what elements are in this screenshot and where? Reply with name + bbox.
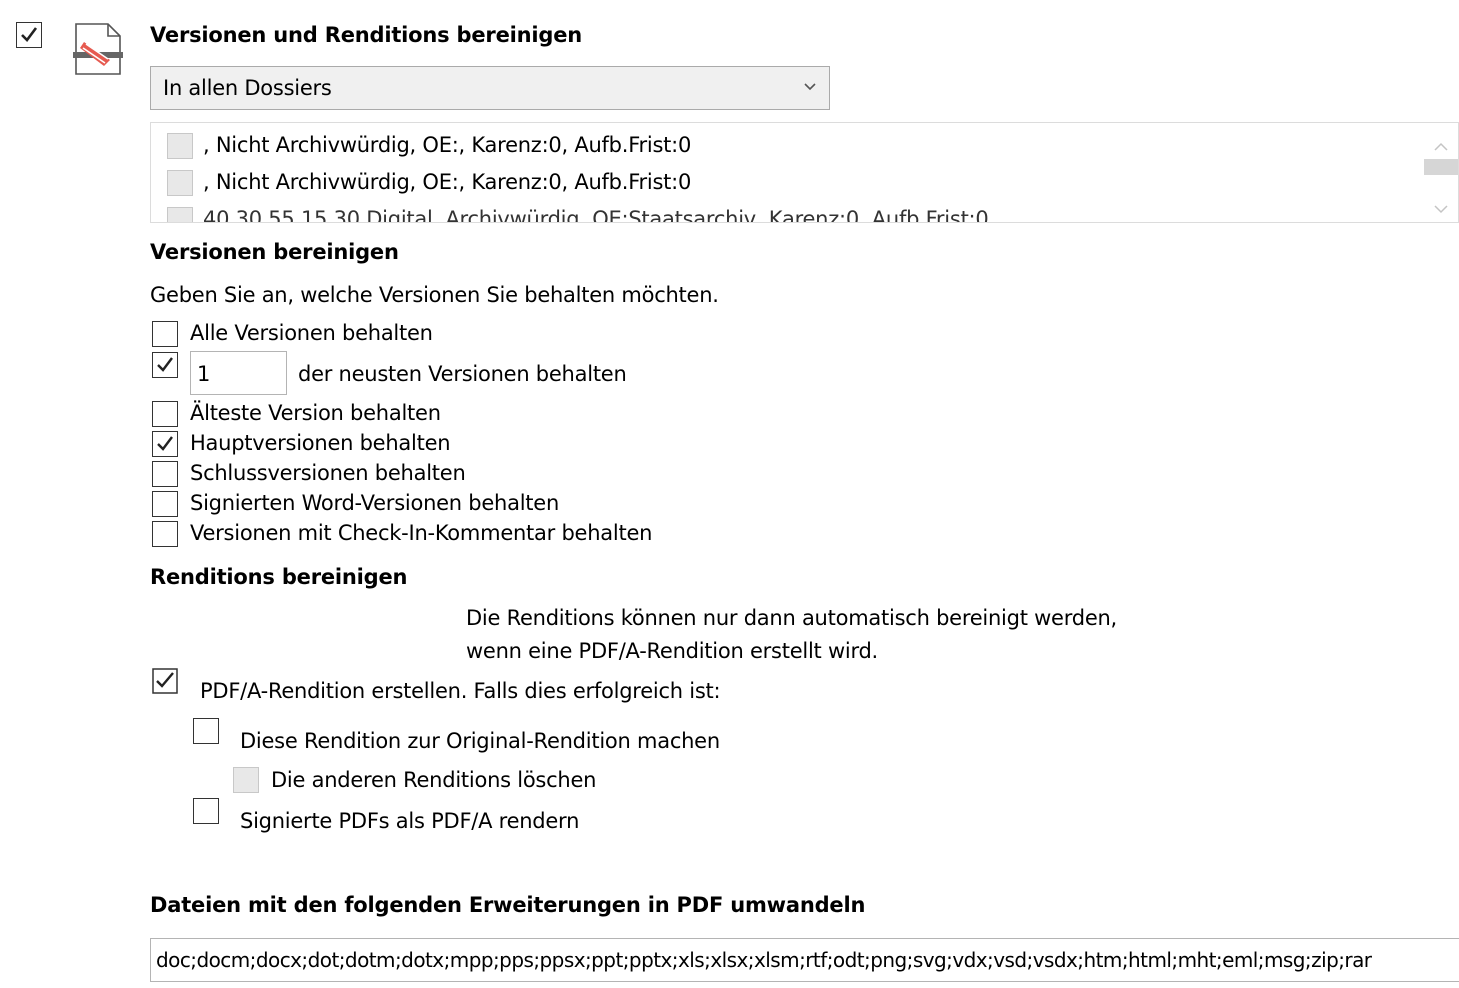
delete-others-label: Die anderen Renditions löschen [271,768,597,792]
list-item-checkbox[interactable] [167,133,193,159]
render-signed-label: Signierte PDFs als PDF/A rendern [240,809,580,833]
dossier-list[interactable]: , Nicht Archivwürdig, OE:, Karenz:0, Auf… [150,122,1459,223]
keep-final-checkbox[interactable] [152,461,178,487]
create-pdfa-checkbox[interactable] [152,668,178,694]
scrollbar-thumb[interactable] [1424,159,1458,175]
keep-newest-count-value: 1 [197,362,211,386]
renditions-note-line2: wenn eine PDF/A-Rendition erstellt wird. [466,639,878,663]
list-item-label: 40.30.55.15.30 Digital, Archivwürdig, OE… [203,207,989,223]
scope-dropdown[interactable]: In allen Dossiers [150,66,830,110]
keep-major-checkbox[interactable] [152,431,178,457]
scroll-down-icon[interactable] [1434,199,1448,218]
extensions-input[interactable]: doc;docm;docx;dot;dotm;dotx;mpp;pps;ppsx… [150,938,1459,982]
keep-checkin-comment-label: Versionen mit Check-In-Kommentar behalte… [190,521,653,545]
create-pdfa-label: PDF/A-Rendition erstellen. Falls dies er… [200,679,721,703]
settings-panel: Versionen und Renditions bereinigen In a… [0,0,1459,988]
keep-newest-checkbox[interactable] [152,352,178,378]
extensions-value: doc;docm;docx;dot;dotm;dotx;mpp;pps;ppsx… [156,948,1372,972]
scroll-up-icon[interactable] [1434,137,1448,156]
renditions-note-line1: Die Renditions können nur dann automatis… [466,606,1117,630]
keep-oldest-checkbox[interactable] [152,401,178,427]
make-original-checkbox[interactable] [193,718,219,744]
keep-newest-label: der neusten Versionen behalten [298,362,627,386]
enable-cleanup-checkbox[interactable] [16,22,42,48]
keep-all-checkbox[interactable] [152,321,178,347]
document-shredder-icon [72,22,124,78]
list-item-label: , Nicht Archivwürdig, OE:, Karenz:0, Auf… [203,170,692,194]
renditions-heading: Renditions bereinigen [150,565,408,589]
delete-others-checkbox[interactable] [233,767,259,793]
scope-dropdown-value: In allen Dossiers [163,76,332,100]
keep-final-label: Schlussversionen behalten [190,461,466,485]
keep-newest-count-input[interactable]: 1 [190,351,287,395]
list-item-checkbox[interactable] [167,207,193,222]
versions-heading: Versionen bereinigen [150,240,399,264]
section-title: Versionen und Renditions bereinigen [150,23,582,47]
list-scrollbar[interactable] [1422,123,1458,222]
keep-all-label: Alle Versionen behalten [190,321,433,345]
keep-signed-word-checkbox[interactable] [152,491,178,517]
convert-heading: Dateien mit den folgenden Erweiterungen … [150,893,866,917]
keep-oldest-label: Älteste Version behalten [190,401,441,425]
versions-description: Geben Sie an, welche Versionen Sie behal… [150,283,719,307]
make-original-label: Diese Rendition zur Original-Rendition m… [240,729,720,753]
list-item-label: , Nicht Archivwürdig, OE:, Karenz:0, Auf… [203,133,692,157]
render-signed-checkbox[interactable] [193,798,219,824]
keep-signed-word-label: Signierten Word-Versionen behalten [190,491,560,515]
chevron-down-icon [803,79,817,98]
list-item-checkbox[interactable] [167,170,193,196]
keep-checkin-comment-checkbox[interactable] [152,521,178,547]
keep-major-label: Hauptversionen behalten [190,431,451,455]
